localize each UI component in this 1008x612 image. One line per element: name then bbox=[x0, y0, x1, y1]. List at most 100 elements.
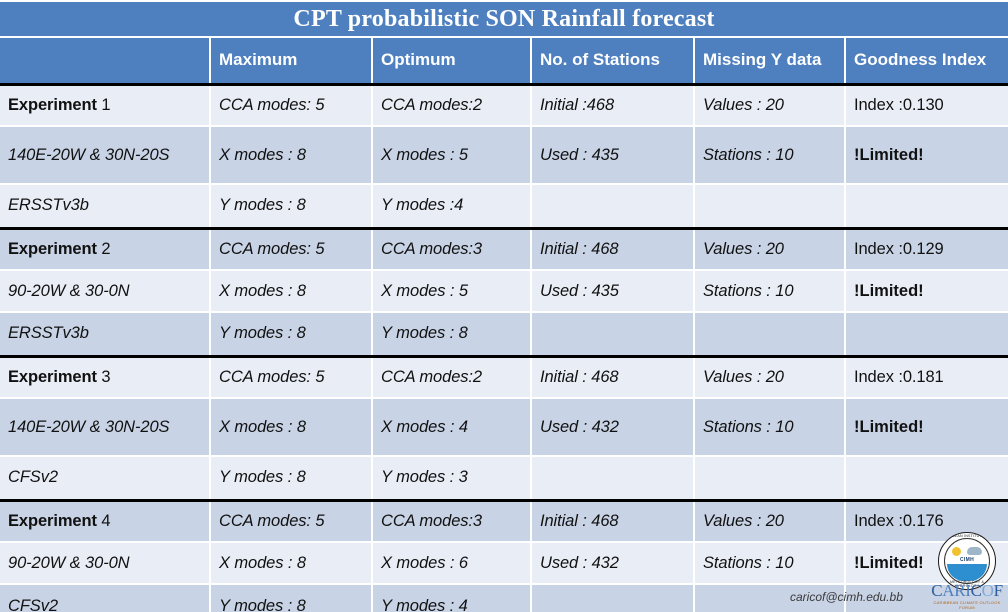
cell-stations bbox=[531, 184, 695, 229]
cell-goodness bbox=[845, 456, 1008, 501]
cell-optimum: CCA modes:2 bbox=[372, 82, 532, 127]
table-row: ERSSTv3b Y modes : 8 Y modes :4 bbox=[0, 184, 1008, 229]
table-row: Experiment 3 CCA modes: 5 CCA modes:2 In… bbox=[0, 354, 1008, 399]
cell-maximum: Y modes : 8 bbox=[210, 312, 373, 357]
table-row: Experiment 1 CCA modes: 5 CCA modes:2 In… bbox=[0, 82, 1008, 127]
table-row: 140E-20W & 30N-20S X modes : 8 X modes :… bbox=[0, 398, 1008, 457]
caricof-letter-f: F bbox=[993, 581, 1003, 600]
cell-maximum: Y modes : 8 bbox=[210, 584, 373, 612]
cell-stations bbox=[531, 456, 695, 501]
cell-optimum: X modes : 6 bbox=[372, 542, 532, 585]
domain-region: 140E-20W & 30N-20S bbox=[0, 126, 211, 185]
caricof-letter-c1: C bbox=[931, 581, 943, 600]
cell-missing: Stations : 10 bbox=[694, 126, 846, 185]
status-badge: !Limited! bbox=[845, 126, 1008, 185]
caricof-letters-ari: ARI bbox=[942, 581, 971, 600]
cell-optimum: X modes : 5 bbox=[372, 270, 532, 313]
experiment-number: 1 bbox=[96, 95, 111, 114]
table-row: 90-20W & 30-0N X modes : 8 X modes : 6 U… bbox=[0, 542, 1008, 585]
experiment-label: Experiment bbox=[8, 511, 97, 530]
status-badge: !Limited! bbox=[845, 270, 1008, 313]
cell-stations: Used : 432 bbox=[531, 542, 695, 585]
cell-goodness: Index :0.129 bbox=[845, 226, 1008, 271]
cell-stations: Used : 432 bbox=[531, 398, 695, 457]
cell-stations: Initial : 468 bbox=[531, 354, 695, 399]
cell-optimum: Y modes :4 bbox=[372, 184, 532, 229]
cell-maximum: X modes : 8 bbox=[210, 270, 373, 313]
experiment-number: 2 bbox=[96, 239, 111, 258]
experiment-title: Experiment 1 bbox=[0, 82, 211, 127]
cell-stations bbox=[531, 584, 695, 612]
column-header-maximum: Maximum bbox=[210, 38, 373, 85]
cell-goodness: Index :0.130 bbox=[845, 82, 1008, 127]
cell-maximum: X modes : 8 bbox=[210, 126, 373, 185]
experiment-label: Experiment bbox=[8, 95, 97, 114]
caricof-tagline: CARIBBEAN CLIMATE OUTLOOK FORUM bbox=[933, 600, 1001, 610]
cell-missing: Stations : 10 bbox=[694, 542, 846, 585]
cell-stations: Initial : 468 bbox=[531, 498, 695, 543]
cell-missing: Values : 20 bbox=[694, 498, 846, 543]
cimh-logo-inner: CIMH bbox=[944, 538, 990, 584]
cell-optimum: Y modes : 4 bbox=[372, 584, 532, 612]
table-row: CFSv2 Y modes : 8 Y modes : 3 bbox=[0, 456, 1008, 501]
experiment-title: Experiment 3 bbox=[0, 354, 211, 399]
cloud-icon bbox=[967, 547, 982, 555]
column-header-stations: No. of Stations bbox=[531, 38, 695, 85]
sun-icon bbox=[952, 547, 961, 556]
table-header-row: Maximum Optimum No. of Stations Missing … bbox=[0, 38, 1008, 85]
cell-optimum: CCA modes:2 bbox=[372, 354, 532, 399]
cell-optimum: Y modes : 8 bbox=[372, 312, 532, 357]
cell-optimum: Y modes : 3 bbox=[372, 456, 532, 501]
cell-stations: Used : 435 bbox=[531, 126, 695, 185]
caricof-letter-c2: C bbox=[970, 581, 982, 600]
cell-missing: Values : 20 bbox=[694, 82, 846, 127]
cell-missing: Values : 20 bbox=[694, 354, 846, 399]
experiment-number: 4 bbox=[96, 511, 111, 530]
cell-optimum: X modes : 5 bbox=[372, 126, 532, 185]
cell-optimum: CCA modes:3 bbox=[372, 498, 532, 543]
footer-email: caricof@cimh.edu.bb bbox=[790, 590, 903, 604]
forecast-table: Maximum Optimum No. of Stations Missing … bbox=[0, 38, 1008, 612]
caricof-logo: CARICOF CARIBBEAN CLIMATE OUTLOOK FORUM bbox=[928, 582, 1006, 610]
experiment-number: 3 bbox=[96, 367, 111, 386]
caricof-letter-o: O bbox=[981, 581, 994, 600]
dataset-name: CFSv2 bbox=[0, 456, 211, 501]
column-header-missing: Missing Y data bbox=[694, 38, 846, 85]
slide-root: CPT probabilistic SON Rainfall forecast … bbox=[0, 0, 1008, 612]
experiment-label: Experiment bbox=[8, 367, 97, 386]
column-header-optimum: Optimum bbox=[372, 38, 532, 85]
experiment-title: Experiment 4 bbox=[0, 498, 211, 543]
domain-region: 90-20W & 30-0N bbox=[0, 270, 211, 313]
domain-region: 90-20W & 30-0N bbox=[0, 542, 211, 585]
domain-region: 140E-20W & 30N-20S bbox=[0, 398, 211, 457]
table-row: 140E-20W & 30N-20S X modes : 8 X modes :… bbox=[0, 126, 1008, 185]
cell-missing: Values : 20 bbox=[694, 226, 846, 271]
status-badge: !Limited! bbox=[845, 398, 1008, 457]
cell-maximum: Y modes : 8 bbox=[210, 184, 373, 229]
cell-goodness: Index :0.181 bbox=[845, 354, 1008, 399]
cell-missing: Stations : 10 bbox=[694, 270, 846, 313]
cell-optimum: CCA modes:3 bbox=[372, 226, 532, 271]
cell-stations: Used : 435 bbox=[531, 270, 695, 313]
column-header-name bbox=[0, 38, 211, 85]
cell-goodness bbox=[845, 312, 1008, 357]
cell-maximum: X modes : 8 bbox=[210, 542, 373, 585]
cimh-logo-text: CIMH bbox=[960, 557, 974, 563]
table-row: ERSSTv3b Y modes : 8 Y modes : 8 bbox=[0, 312, 1008, 357]
cell-maximum: CCA modes: 5 bbox=[210, 226, 373, 271]
dataset-name: CFSv2 bbox=[0, 584, 211, 612]
table-row: Experiment 2 CCA modes: 5 CCA modes:3 In… bbox=[0, 226, 1008, 271]
cell-maximum: X modes : 8 bbox=[210, 398, 373, 457]
cell-stations bbox=[531, 312, 695, 357]
cell-missing: Stations : 10 bbox=[694, 398, 846, 457]
cell-missing bbox=[694, 184, 846, 229]
cell-maximum: CCA modes: 5 bbox=[210, 498, 373, 543]
cell-goodness bbox=[845, 184, 1008, 229]
cell-maximum: Y modes : 8 bbox=[210, 456, 373, 501]
table-row: Experiment 4 CCA modes: 5 CCA modes:3 In… bbox=[0, 498, 1008, 543]
cell-maximum: CCA modes: 5 bbox=[210, 354, 373, 399]
dataset-name: ERSSTv3b bbox=[0, 184, 211, 229]
experiment-label: Experiment bbox=[8, 239, 97, 258]
column-header-goodness: Goodness Index bbox=[845, 38, 1008, 85]
table-body: Experiment 1 CCA modes: 5 CCA modes:2 In… bbox=[0, 82, 1008, 612]
